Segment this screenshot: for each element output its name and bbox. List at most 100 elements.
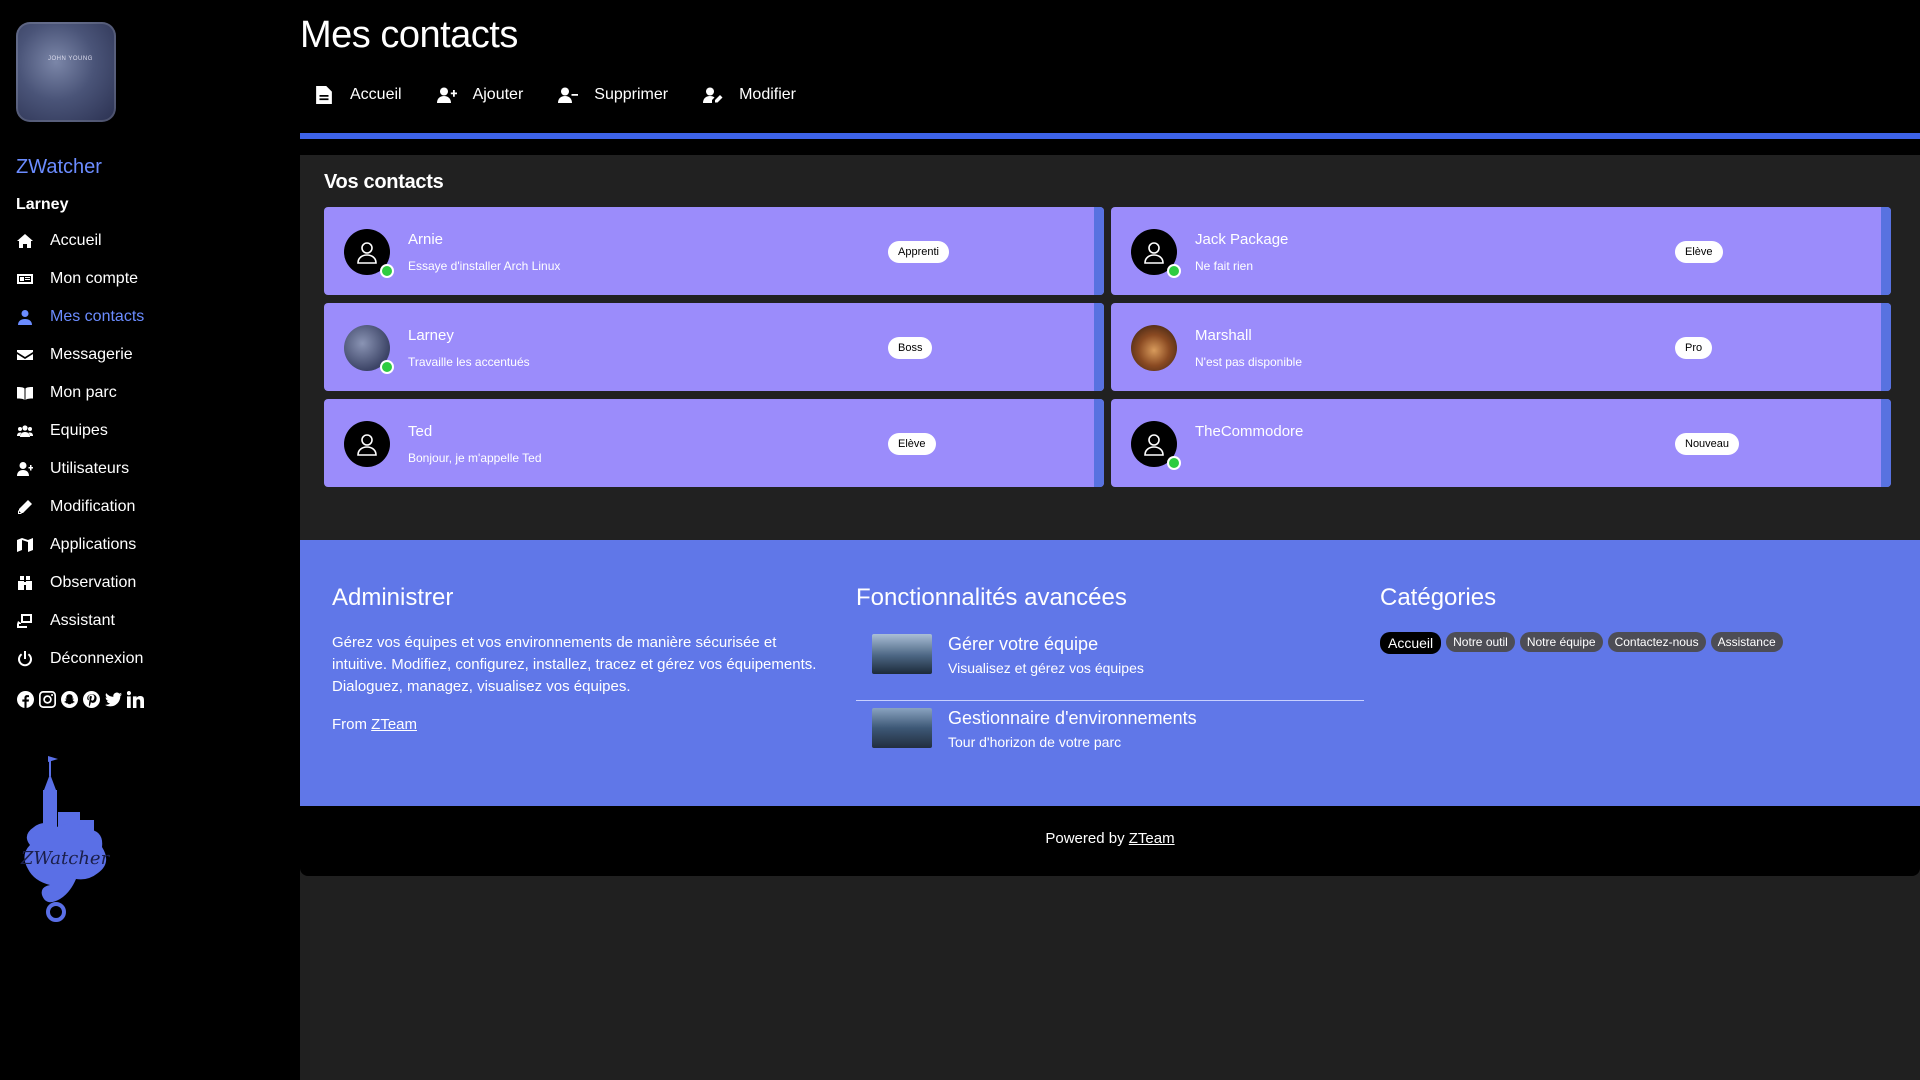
sidebar-item-label: Déconnexion	[50, 650, 144, 667]
logo-text: ZWatcher	[20, 848, 111, 869]
instagram-icon[interactable]	[38, 690, 56, 708]
contact-avatar	[344, 421, 390, 467]
contact-badge: Boss	[888, 337, 933, 359]
sidebar-item-messagerie[interactable]: Messagerie	[16, 336, 144, 374]
zteam-link[interactable]: ZTeam	[1129, 830, 1175, 847]
map-icon	[16, 536, 34, 554]
sidebar-item-label: Utilisateurs	[50, 460, 130, 477]
linkedin-icon[interactable]	[126, 690, 144, 708]
sidebar-item-label: Messagerie	[50, 346, 133, 363]
sidebar-item-equipes[interactable]: Equipes	[16, 412, 144, 450]
tab-label: Supprimer	[594, 86, 669, 103]
online-indicator	[1167, 456, 1181, 470]
sidebar-item-mon-parc[interactable]: Mon parc	[16, 374, 144, 412]
category-tags: Accueil Notre outil Notre équipe Contact…	[1380, 632, 1783, 654]
category-notre-equipe[interactable]: Notre équipe	[1519, 632, 1603, 652]
user-outline-icon	[357, 434, 377, 456]
feature-thumbnail	[872, 708, 932, 748]
powered-prefix: Powered by	[1045, 830, 1129, 847]
tab-label: Accueil	[350, 86, 402, 103]
contact-status: Travaille les accentués	[408, 355, 530, 369]
facebook-icon[interactable]	[16, 690, 34, 708]
user-outline-icon	[1144, 242, 1164, 264]
feature-thumbnail	[872, 634, 932, 674]
tab-label: Modifier	[739, 86, 796, 103]
category-assistance[interactable]: Assistance	[1710, 632, 1783, 652]
contact-name: Ted	[408, 423, 433, 440]
contact-card-thecommodore[interactable]: TheCommodore Nouveau	[1111, 399, 1891, 487]
contact-card-jack-package[interactable]: Jack Package Ne fait rien Elève	[1111, 207, 1891, 295]
social-links	[16, 690, 144, 708]
feature-subtitle: Visualisez et gérez vos équipes	[948, 660, 1144, 676]
contact-card-marshall[interactable]: Marshall N'est pas disponible Pro	[1111, 303, 1891, 391]
feature-title: Gérer votre équipe	[948, 634, 1099, 654]
admin-title: Administrer	[332, 584, 454, 611]
twitter-icon[interactable]	[104, 690, 122, 708]
feature-item-team[interactable]: Gérer votre équipe Visualisez et gérez v…	[856, 634, 1364, 694]
contact-status: Ne fait rien	[1195, 259, 1254, 273]
contact-status: N'est pas disponible	[1195, 355, 1303, 369]
contact-status: Bonjour, je m'appelle Ted	[408, 451, 542, 465]
snapchat-icon[interactable]	[60, 690, 78, 708]
user-minus-icon	[558, 87, 579, 103]
contact-card-ted[interactable]: Ted Bonjour, je m'appelle Ted Elève	[324, 399, 1104, 487]
sidebar-item-mes-contacts[interactable]: Mes contacts	[16, 298, 144, 336]
sidebar-item-label: Applications	[50, 536, 137, 553]
sidebar-item-deconnexion[interactable]: Déconnexion	[16, 640, 144, 678]
feature-subtitle: Tour d'horizon de votre parc	[948, 734, 1122, 750]
category-contactez-nous[interactable]: Contactez-nous	[1607, 632, 1706, 652]
sidebar-item-observation[interactable]: Observation	[16, 564, 144, 602]
contact-card-larney[interactable]: Larney Travaille les accentués Boss	[324, 303, 1104, 391]
contacts-section: Vos contacts Arnie Essaye d'installer Ar…	[300, 155, 1920, 540]
admin-description: Gérez vos équipes et vos environnements …	[332, 634, 817, 695]
avatar-cover-text: JOHN YOUNG	[48, 56, 93, 62]
pinterest-icon[interactable]	[82, 690, 100, 708]
contact-badge: Pro	[1675, 337, 1713, 359]
tab-accueil[interactable]: Accueil	[314, 86, 402, 104]
categories-title: Catégories	[1380, 584, 1497, 611]
avatar[interactable]: JOHN YOUNG	[16, 22, 116, 122]
contact-name: TheCommodore	[1195, 423, 1304, 440]
online-indicator	[380, 264, 394, 278]
powered-by: Powered by ZTeam	[300, 830, 1920, 847]
tab-label: Ajouter	[472, 86, 524, 103]
contact-name: Jack Package	[1195, 231, 1289, 248]
user-edit-icon	[703, 87, 723, 103]
contact-name: Larney	[408, 327, 454, 344]
sidebar-item-modification[interactable]: Modification	[16, 488, 144, 526]
sidebar-item-label: Mon parc	[50, 384, 117, 401]
power-icon	[16, 650, 34, 668]
sidebar-item-assistant[interactable]: Assistant	[16, 602, 144, 640]
tab-modifier[interactable]: Modifier	[703, 86, 796, 104]
sidebar-item-utilisateurs[interactable]: Utilisateurs	[16, 450, 144, 488]
zteam-link[interactable]: ZTeam	[371, 716, 417, 733]
tab-supprimer[interactable]: Supprimer	[558, 86, 668, 104]
brand-name[interactable]: ZWatcher	[16, 156, 102, 179]
file-icon	[316, 86, 332, 104]
sidebar-item-applications[interactable]: Applications	[16, 526, 144, 564]
zwatcher-logo: ZWatcher	[20, 756, 111, 922]
feature-item-environments[interactable]: Gestionnaire d'environnements Tour d'hor…	[856, 708, 1364, 768]
category-notre-outil[interactable]: Notre outil	[1446, 632, 1515, 652]
home-icon	[16, 232, 34, 250]
contacts-title: Vos contacts	[324, 171, 444, 193]
tab-ajouter[interactable]: Ajouter	[436, 86, 524, 104]
footer: Administrer Gérez vos équipes et vos env…	[300, 540, 1920, 806]
header-tabs: Accueil Ajouter Supprimer Modifier	[314, 86, 831, 104]
online-indicator	[380, 360, 394, 374]
from-prefix: From	[332, 716, 372, 733]
sidebar-item-label: Modification	[50, 498, 136, 515]
user-outline-icon	[1144, 434, 1164, 456]
sidebar-item-accueil[interactable]: Accueil	[16, 222, 144, 260]
envelope-icon	[16, 346, 34, 364]
contact-card-arnie[interactable]: Arnie Essaye d'installer Arch Linux Appr…	[324, 207, 1104, 295]
footer-bottom: Powered by ZTeam	[300, 806, 1920, 876]
sidebar-item-mon-compte[interactable]: Mon compte	[16, 260, 144, 298]
contact-badge: Apprenti	[888, 241, 949, 263]
sidebar: JOHN YOUNG ZWatcher Larney Accueil Mon c…	[0, 0, 300, 1080]
binoculars-icon	[16, 574, 34, 592]
category-accueil[interactable]: Accueil	[1380, 632, 1442, 654]
sidebar-item-label: Observation	[50, 574, 137, 591]
contact-name: Marshall	[1195, 327, 1252, 344]
sidebar-item-label: Assistant	[50, 612, 115, 629]
